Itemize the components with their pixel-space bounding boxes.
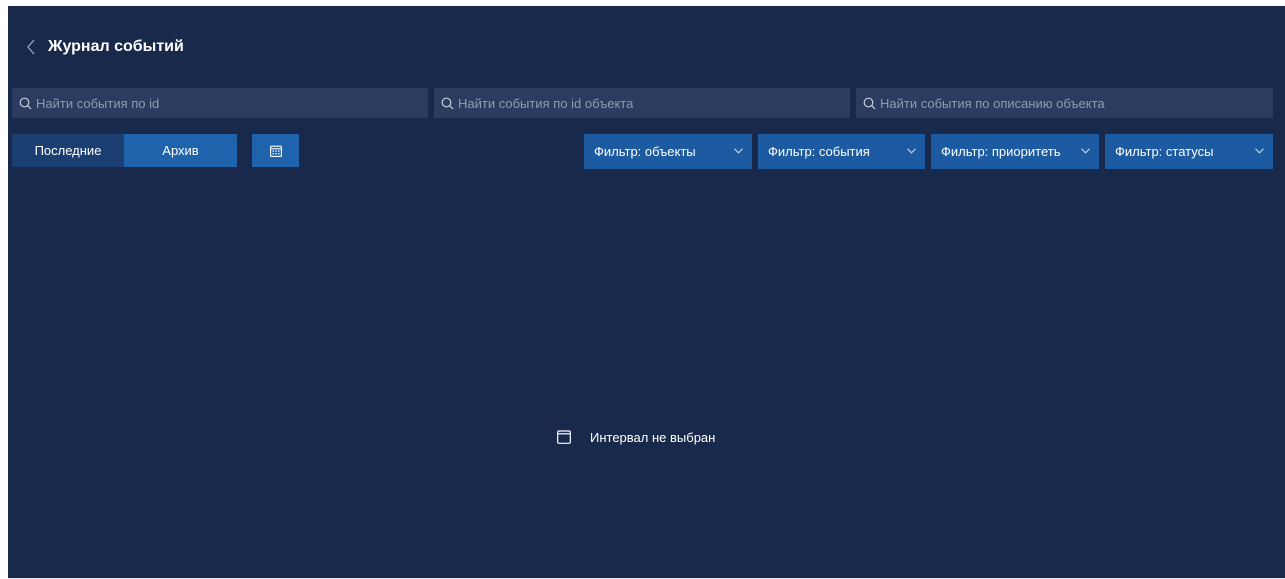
search-by-id[interactable] — [12, 88, 428, 118]
tab-archive[interactable]: Архив — [124, 134, 237, 167]
chevron-down-icon — [905, 144, 917, 158]
search-icon — [18, 96, 32, 110]
back-button[interactable] — [22, 37, 40, 57]
page-title: Журнал событий — [48, 38, 184, 55]
chevron-down-icon — [1253, 144, 1265, 158]
search-by-description-input[interactable] — [880, 88, 1273, 118]
search-by-id-input[interactable] — [36, 88, 428, 118]
filter-priority-label: Фильтр: приоритеть — [941, 144, 1061, 159]
calendar-icon — [269, 145, 282, 157]
filter-objects[interactable]: Фильтр: объекты — [584, 134, 752, 169]
header: Журнал событий — [8, 32, 608, 62]
event-log-panel: Журнал событий Последние — [8, 6, 1285, 579]
chevron-left-icon — [27, 39, 35, 55]
filter-events[interactable]: Фильтр: события — [758, 134, 925, 169]
search-icon — [440, 96, 454, 110]
tab-recent[interactable]: Последние — [12, 134, 124, 167]
chevron-down-icon — [732, 144, 744, 158]
calendar-outline-icon — [556, 429, 572, 445]
search-by-description[interactable] — [856, 88, 1273, 118]
empty-state-message: Интервал не выбран — [590, 429, 716, 445]
mode-toggle: Последние Архив — [12, 134, 237, 167]
filter-events-label: Фильтр: события — [768, 144, 870, 159]
filter-statuses-label: Фильтр: статусы — [1115, 144, 1214, 159]
search-by-object-id[interactable] — [434, 88, 850, 118]
filter-statuses[interactable]: Фильтр: статусы — [1105, 134, 1273, 169]
filter-objects-label: Фильтр: объекты — [594, 144, 696, 159]
search-by-object-id-input[interactable] — [458, 88, 850, 118]
chevron-down-icon — [1079, 144, 1091, 158]
filter-priority[interactable]: Фильтр: приоритеть — [931, 134, 1099, 169]
search-icon — [862, 96, 876, 110]
calendar-button[interactable] — [252, 134, 299, 167]
empty-state: Интервал не выбран — [556, 427, 715, 447]
